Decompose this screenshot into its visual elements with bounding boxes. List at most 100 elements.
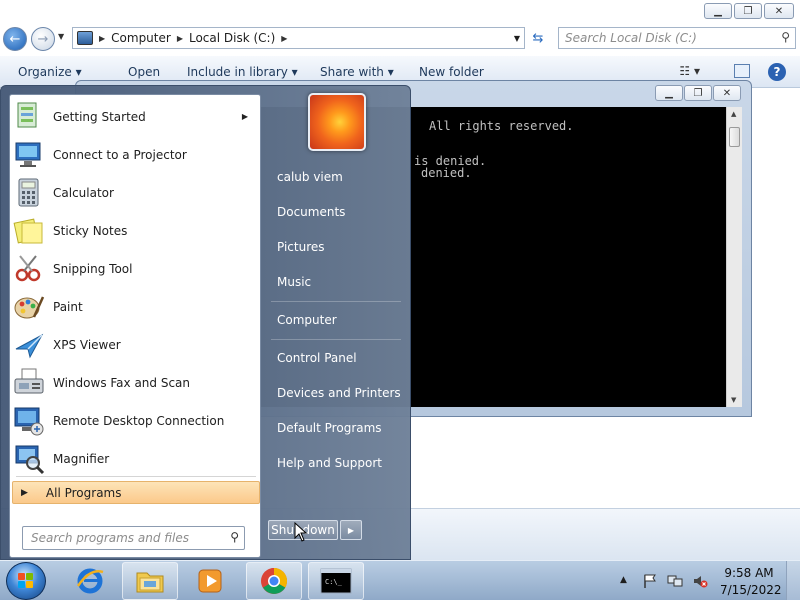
mouse-cursor-icon [294,522,308,542]
show-hidden-icons-icon[interactable]: ▲ [620,575,627,585]
program-remote-desktop[interactable]: Remote Desktop Connection [12,403,260,439]
cmd-restore-button[interactable]: ❐ [684,85,712,101]
magnifier-icon [12,443,46,475]
close-button[interactable]: ✕ [764,3,794,19]
views-icon[interactable]: ☷ ▾ [679,64,700,78]
search-icon[interactable]: ⚲ [781,30,790,44]
taskbar-media-player[interactable] [183,562,239,600]
scroll-down-icon[interactable]: ▼ [731,396,736,404]
program-snipping-tool[interactable]: Snipping Tool [12,251,260,287]
program-magnifier[interactable]: Magnifier [12,441,260,477]
taskbar-command-prompt[interactable]: C:\_ [308,562,364,600]
user-folder-link[interactable]: calub viem [269,162,405,192]
forward-button[interactable]: → [31,27,55,51]
program-xps-viewer[interactable]: XPS Viewer [12,327,260,363]
program-search-input[interactable]: Search programs and files ⚲ [22,526,245,550]
program-label: Connect to a Projector [53,148,187,162]
program-label: Sticky Notes [53,224,128,238]
console-line: All rights reserved. [429,119,574,133]
cmd-window-controls: ▁ ❐ ✕ [655,85,741,101]
clock-time: 9:58 AM [724,566,774,580]
program-paint[interactable]: Paint [12,289,260,325]
program-getting-started[interactable]: Getting Started ▶ [12,99,260,135]
music-link[interactable]: Music [269,267,405,297]
shutdown-options-arrow-icon[interactable]: ▶ [340,520,362,540]
volume-muted-icon[interactable] [692,573,708,589]
user-account-picture[interactable] [308,93,366,151]
programs-separator [16,476,256,477]
breadcrumb-computer[interactable]: Computer [111,31,171,45]
pictures-link[interactable]: Pictures [269,232,405,262]
cmd-minimize-button[interactable]: ▁ [655,85,683,101]
address-bar[interactable]: ▶ Computer ▶ Local Disk (C:) ▶ ▼ [72,27,525,49]
system-clock[interactable]: 9:58 AM 7/15/2022 [720,565,782,599]
right-column-separator [271,301,401,302]
action-center-flag-icon[interactable] [642,573,658,589]
internet-explorer-icon [76,568,104,594]
breadcrumb-separator-icon[interactable]: ▶ [281,34,287,43]
minimize-button[interactable]: ▁ [704,3,732,19]
open-button[interactable]: Open [128,65,160,79]
start-button[interactable] [6,562,46,600]
scroll-up-icon[interactable]: ▲ [731,110,736,118]
program-label: Paint [53,300,83,314]
help-support-link[interactable]: Help and Support [269,448,405,478]
program-calculator[interactable]: Calculator [12,175,260,211]
taskbar-chrome[interactable] [246,562,302,600]
network-icon[interactable] [667,573,683,589]
preview-pane-icon[interactable] [734,64,750,78]
computer-link[interactable]: Computer [269,305,405,335]
organize-button[interactable]: Organize ▾ [18,65,82,79]
start-menu: Getting Started ▶ Connect to a Projector… [0,85,411,560]
address-dropdown-icon[interactable]: ▼ [514,34,520,43]
new-folder-button[interactable]: New folder [419,65,484,79]
scroll-thumb[interactable] [729,127,740,147]
refresh-icon[interactable]: ⇆ [528,29,548,47]
command-prompt-icon: C:\_ [320,568,352,594]
back-button[interactable]: ← [3,27,27,51]
program-label: Remote Desktop Connection [53,414,225,428]
submenu-arrow-icon[interactable]: ▶ [242,112,248,121]
program-sticky-notes[interactable]: Sticky Notes [12,213,260,249]
program-label: Magnifier [53,452,110,466]
console-scrollbar[interactable]: ▲ ▼ [726,107,742,407]
restore-button[interactable]: ❐ [734,3,762,19]
search-icon[interactable]: ⚲ [230,530,239,544]
cmd-close-button[interactable]: ✕ [713,85,741,101]
explorer-search-input[interactable]: Search Local Disk (C:) ⚲ [558,27,796,49]
all-programs-label: All Programs [45,485,122,500]
console-line: denied. [421,166,472,180]
explorer-search-placeholder: Search Local Disk (C:) [565,31,697,45]
taskbar: C:\_ ▲ 9:58 AM 7/15/2022 [0,560,800,600]
computer-icon [77,31,93,45]
breadcrumb-separator-icon[interactable]: ▶ [177,34,183,43]
all-programs-button[interactable]: ▶ All Programs [12,481,260,504]
projector-icon [12,139,46,171]
program-windows-fax-scan[interactable]: Windows Fax and Scan [12,365,260,401]
calculator-icon [12,177,46,209]
breadcrumb-local-disk[interactable]: Local Disk (C:) [189,31,275,45]
fax-icon [12,367,46,399]
show-desktop-button[interactable] [786,561,800,600]
chrome-icon [261,567,288,594]
sticky-notes-icon [12,215,46,247]
windows-explorer-icon [136,572,164,593]
control-panel-link[interactable]: Control Panel [269,343,405,373]
windows-logo-icon [18,573,34,589]
program-label: XPS Viewer [53,338,121,352]
taskbar-internet-explorer[interactable] [62,562,118,600]
breadcrumb-separator-icon[interactable]: ▶ [99,34,105,43]
devices-printers-link[interactable]: Devices and Printers [269,378,405,408]
program-connect-projector[interactable]: Connect to a Projector [12,137,260,173]
recent-pages-chevron-icon[interactable]: ▼ [58,32,64,41]
explorer-window-controls: ▁ ❐ ✕ [704,3,794,19]
documents-link[interactable]: Documents [269,197,405,227]
default-programs-link[interactable]: Default Programs [269,413,405,443]
program-search-placeholder: Search programs and files [31,531,189,545]
program-label: Snipping Tool [53,262,133,276]
share-with-button[interactable]: Share with ▾ [320,65,394,79]
include-in-library-button[interactable]: Include in library ▾ [187,65,298,79]
taskbar-windows-explorer[interactable] [122,562,178,600]
help-icon[interactable]: ? [768,63,786,81]
all-programs-arrow-icon: ▶ [21,487,28,498]
